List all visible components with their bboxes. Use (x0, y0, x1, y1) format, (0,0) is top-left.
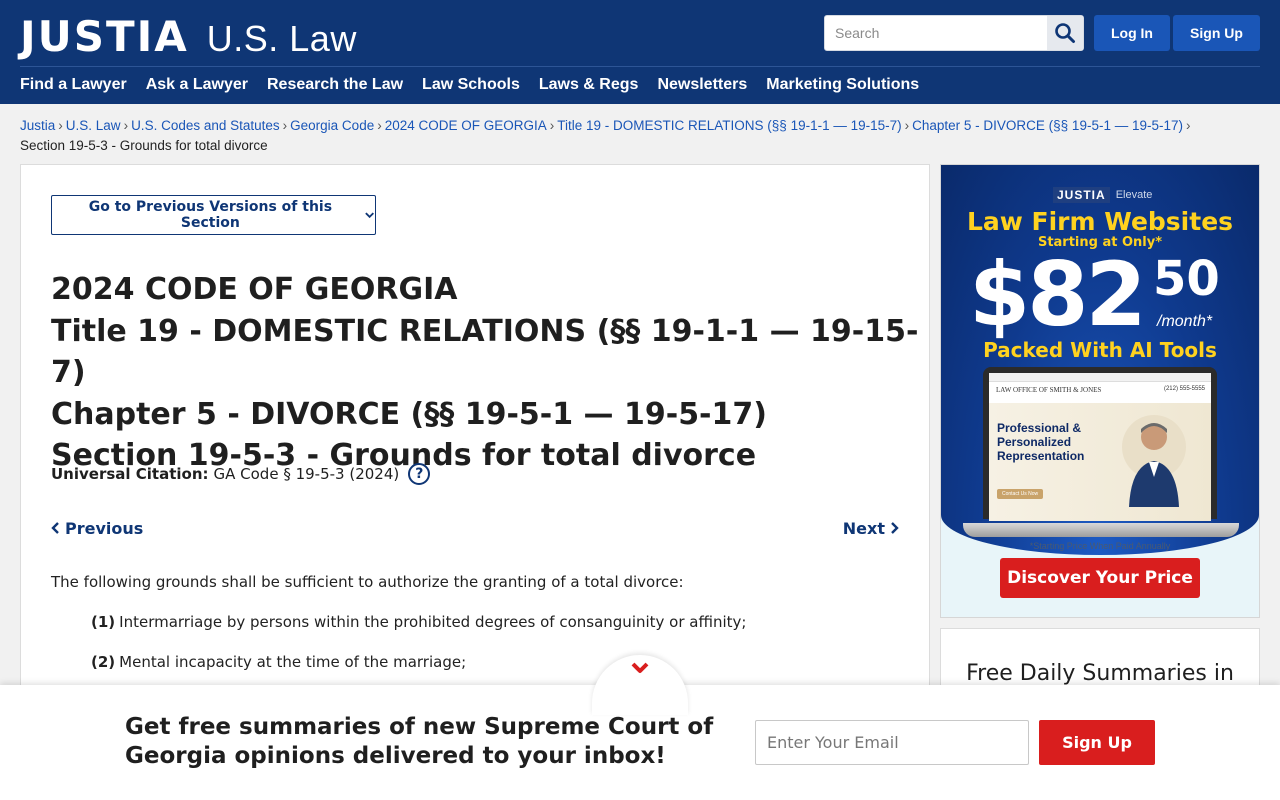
search-button[interactable] (1047, 16, 1083, 50)
chevron-left-icon (51, 522, 59, 534)
search-input[interactable] (825, 16, 1047, 50)
breadcrumb-separator: › (1185, 118, 1191, 133)
previous-versions-label: Go to Previous Versions of this Section (88, 199, 333, 231)
logo-subtitle[interactable]: U.S. Law (207, 18, 357, 60)
previous-link[interactable]: Previous (51, 519, 143, 538)
item-number: (1) (91, 613, 116, 631)
breadcrumb-separator: › (123, 118, 129, 133)
nav-research-the-law[interactable]: Research the Law (267, 76, 403, 94)
breadcrumb-title-19[interactable]: Title 19 - DOMESTIC RELATIONS (§§ 19-1-1… (557, 118, 901, 133)
breadcrumb-2024-code[interactable]: 2024 CODE OF GEORGIA (385, 118, 547, 133)
banner-message: Get free summaries of new Supreme Court … (125, 714, 714, 769)
breadcrumb-georgia-code[interactable]: Georgia Code (290, 118, 374, 133)
item-text: Mental incapacity at the time of the mar… (119, 653, 467, 671)
ad-price-cents: 50 (1153, 251, 1220, 307)
breadcrumb-us-codes[interactable]: U.S. Codes and Statutes (131, 118, 280, 133)
citation-value: GA Code § 19-5-3 (2024) (213, 465, 400, 483)
justia-logo[interactable]: JUSTIA U.S. Law (20, 12, 357, 61)
ad-brand-sub: Elevate (1115, 189, 1153, 201)
statute-item: (1) Intermarriage by persons within the p… (91, 613, 746, 631)
header-divider (20, 66, 1260, 67)
item-text: Intermarriage by persons within the proh… (119, 613, 747, 631)
next-link[interactable]: Next (843, 519, 899, 538)
site-header: JUSTIA U.S. Law Log In Sign Up Find a La… (0, 0, 1280, 104)
help-icon[interactable]: ? (408, 463, 431, 485)
statute-intro: The following grounds shall be sufficien… (51, 573, 684, 591)
mock-site-nav (989, 373, 1211, 382)
login-button[interactable]: Log In (1094, 15, 1170, 51)
title-title: Title 19 - DOMESTIC RELATIONS (§§ 19-1-1… (51, 313, 919, 391)
previous-versions-dropdown[interactable]: Go to Previous Versions of this Section (51, 195, 376, 235)
discover-price-button[interactable]: Discover Your Price (1000, 558, 1200, 598)
mock-phone: (212) 555-5555 (1163, 386, 1205, 392)
laptop-mockup: LAW OFFICE OF SMITH & JONES (212) 555-55… (983, 367, 1217, 521)
statute-item: (2) Mental incapacity at the time of the … (91, 653, 466, 671)
breadcrumb-separator: › (282, 118, 288, 133)
mock-heading: Professional & Personalized Representati… (997, 421, 1085, 463)
ad-tagline: Packed With AI Tools (983, 338, 1217, 362)
nav-ask-a-lawyer[interactable]: Ask a Lawyer (146, 76, 248, 94)
mock-firm-name: LAW OFFICE OF SMITH & JONES (996, 386, 1102, 394)
chevron-down-icon (365, 212, 374, 219)
universal-citation: Universal Citation: GA Code § 19-5-3 (20… (51, 463, 431, 485)
mock-cta: Contact Us Now (997, 489, 1044, 499)
laptop-base (963, 523, 1239, 537)
nav-law-schools[interactable]: Law Schools (422, 76, 520, 94)
page-title: 2024 CODE OF GEORGIA Title 19 - DOMESTIC… (51, 269, 929, 477)
breadcrumb-separator: › (904, 118, 910, 133)
nav-find-a-lawyer[interactable]: Find a Lawyer (20, 76, 127, 94)
title-chapter: Chapter 5 - DIVORCE (§§ 19-5-1 — 19-5-17… (51, 396, 767, 432)
nav-newsletters[interactable]: Newsletters (657, 76, 747, 94)
nav-marketing-solutions[interactable]: Marketing Solutions (766, 76, 919, 94)
logo-wordmark[interactable]: JUSTIA (20, 12, 189, 61)
title-code: 2024 CODE OF GEORGIA (51, 272, 458, 307)
main-nav: Find a Lawyer Ask a Lawyer Research the … (20, 76, 919, 94)
newsletter-signup-button[interactable]: Sign Up (1039, 720, 1155, 765)
signup-button[interactable]: Sign Up (1173, 15, 1260, 51)
breadcrumb-separator: › (549, 118, 555, 133)
search-icon (1055, 23, 1075, 43)
ad-price-dollars: $82 (969, 243, 1147, 346)
ad-brand: JUSTIA Elevate (1053, 187, 1152, 203)
item-number: (2) (91, 653, 116, 671)
breadcrumb-justia[interactable]: Justia (20, 118, 55, 133)
justia-elevate-ad[interactable]: JUSTIA Elevate Law Firm Websites Startin… (940, 164, 1260, 618)
mock-hero: Professional & Personalized Representati… (989, 403, 1211, 521)
summaries-title: Free Daily Summaries in (966, 661, 1234, 686)
citation-label: Universal Citation: (51, 465, 209, 483)
ad-price-period: /month* (1157, 313, 1213, 330)
search-box (824, 15, 1084, 51)
email-input[interactable] (755, 720, 1029, 765)
ad-footnote: *Starting Price When Paid Annually (1029, 541, 1171, 551)
breadcrumb-current: Section 19-5-3 - Grounds for total divor… (20, 138, 268, 153)
breadcrumb-separator: › (377, 118, 382, 133)
ad-headline: Law Firm Websites (966, 207, 1234, 236)
breadcrumb: Justia › U.S. Law › U.S. Codes and Statutes ›… (20, 116, 1260, 156)
breadcrumb-us-law[interactable]: U.S. Law (66, 118, 121, 133)
nav-laws-regs[interactable]: Laws & Regs (539, 76, 639, 94)
breadcrumb-chapter-5[interactable]: Chapter 5 - DIVORCE (§§ 19-5-1 — 19-5-17… (912, 118, 1183, 133)
attorney-portrait-image (1122, 415, 1186, 507)
chevron-down-icon (631, 662, 649, 673)
breadcrumb-separator: › (58, 118, 63, 133)
chevron-right-icon (891, 522, 899, 534)
previous-label: Previous (65, 519, 144, 538)
ad-brand-logo: JUSTIA (1053, 187, 1110, 203)
laptop-screen: LAW OFFICE OF SMITH & JONES (212) 555-55… (989, 373, 1211, 521)
next-label: Next (842, 519, 885, 538)
